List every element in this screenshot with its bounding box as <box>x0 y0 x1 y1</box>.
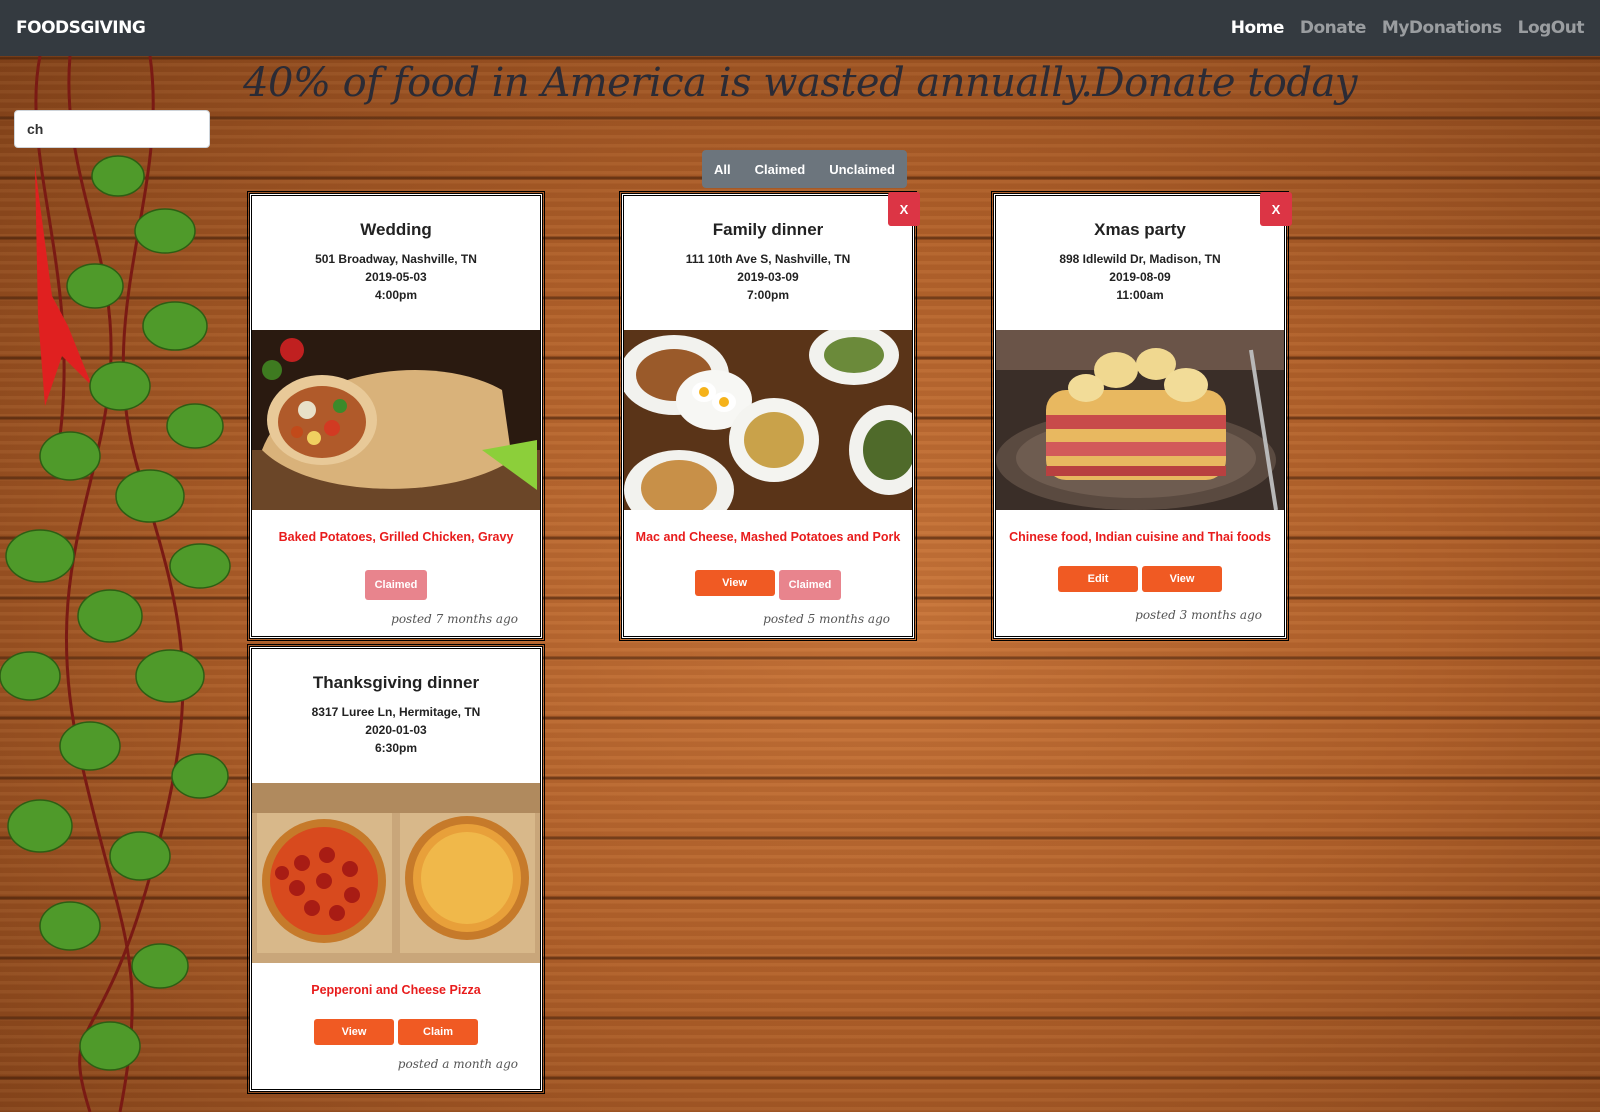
card-actions: View Claim <box>252 1019 540 1045</box>
card-date: 2020-01-03 <box>365 723 427 737</box>
card-date: 2019-08-09 <box>1109 270 1171 284</box>
filter-all-button[interactable]: All <box>702 150 743 188</box>
card-food-items: Chinese food, Indian cuisine and Thai fo… <box>1009 530 1271 544</box>
card-food-items: Pepperoni and Cheese Pizza <box>311 983 481 997</box>
nav-links: Home Donate MyDonations LogOut <box>1231 18 1585 38</box>
card-actions: Edit View <box>996 566 1284 592</box>
burrito-photo <box>252 330 540 510</box>
card-posted-time: posted a month ago <box>397 1057 518 1071</box>
search-input[interactable] <box>14 110 210 148</box>
card-posted-time: posted 7 months ago <box>391 612 518 626</box>
card-address: 111 10th Ave S, Nashville, TN <box>685 252 851 266</box>
card-details: 898 Idlewild Dr, Madison, TN 2019-08-09 … <box>996 250 1284 304</box>
card-title: Family dinner <box>712 220 824 239</box>
view-button[interactable]: View <box>314 1019 394 1045</box>
card-address: 501 Broadway, Nashville, TN <box>315 252 477 266</box>
card-time: 11:00am <box>1116 288 1164 302</box>
vine-decoration <box>0 56 231 1112</box>
filter-unclaimed-button[interactable]: Unclaimed <box>817 150 907 188</box>
view-button[interactable]: View <box>1142 566 1222 592</box>
nav-logout[interactable]: LogOut <box>1518 18 1585 38</box>
card-food-items: Baked Potatoes, Grilled Chicken, Gravy <box>278 530 514 544</box>
claimed-button[interactable]: Claimed <box>364 570 428 600</box>
view-button[interactable]: View <box>694 570 775 596</box>
nav-home[interactable]: Home <box>1231 18 1285 38</box>
brand-logo[interactable]: FOODSGIVING <box>16 18 146 38</box>
delete-button[interactable]: X <box>888 192 920 226</box>
page-headline: 40% of food in America is wasted annuall… <box>243 60 1357 106</box>
donation-card: Wedding 501 Broadway, Nashville, TN 2019… <box>247 191 545 641</box>
card-title: Xmas party <box>1094 220 1186 239</box>
donation-card: Thanksgiving dinner 8317 Luree Ln, Hermi… <box>247 644 545 1094</box>
card-details: 501 Broadway, Nashville, TN 2019-05-03 4… <box>252 250 540 304</box>
filter-claimed-button[interactable]: Claimed <box>743 150 818 188</box>
donation-card: X Xmas party 898 Idlewild Dr, Madison, T… <box>991 191 1292 641</box>
edit-button[interactable]: Edit <box>1058 566 1138 592</box>
card-date: 2019-03-09 <box>737 270 799 284</box>
card-posted-time: posted 5 months ago <box>763 612 890 626</box>
card-details: 8317 Luree Ln, Hermitage, TN 2020-01-03 … <box>252 703 540 757</box>
card-address: 8317 Luree Ln, Hermitage, TN <box>311 705 481 719</box>
card-food-items: Mac and Cheese, Mashed Potatoes and Pork <box>635 530 901 544</box>
card-actions: View Claimed <box>624 570 912 600</box>
card-date: 2019-05-03 <box>365 270 427 284</box>
pizza-photo <box>252 783 540 963</box>
filter-button-group: All Claimed Unclaimed <box>702 150 907 188</box>
card-time: 6:30pm <box>374 741 418 755</box>
card-address: 898 Idlewild Dr, Madison, TN <box>1059 252 1221 266</box>
card-title: Thanksgiving dinner <box>312 673 480 692</box>
card-time: 4:00pm <box>374 288 418 302</box>
breakfast-spread-photo <box>624 330 912 510</box>
crepe-stack-photo <box>996 330 1284 510</box>
navbar: FOODSGIVING Home Donate MyDonations LogO… <box>0 0 1600 56</box>
card-title: Wedding <box>360 220 432 239</box>
card-details: 111 10th Ave S, Nashville, TN 2019-03-09… <box>624 250 912 304</box>
card-posted-time: posted 3 months ago <box>1135 608 1262 622</box>
card-time: 7:00pm <box>746 288 790 302</box>
delete-button[interactable]: X <box>1260 192 1292 226</box>
claimed-button[interactable]: Claimed <box>778 570 842 600</box>
nav-donate[interactable]: Donate <box>1300 18 1367 38</box>
nav-my-donations[interactable]: MyDonations <box>1382 18 1502 38</box>
card-actions: Claimed <box>252 570 540 600</box>
donation-card: X Family dinner 111 10th Ave S, Nashvill… <box>619 191 920 641</box>
claim-button[interactable]: Claim <box>398 1019 478 1045</box>
